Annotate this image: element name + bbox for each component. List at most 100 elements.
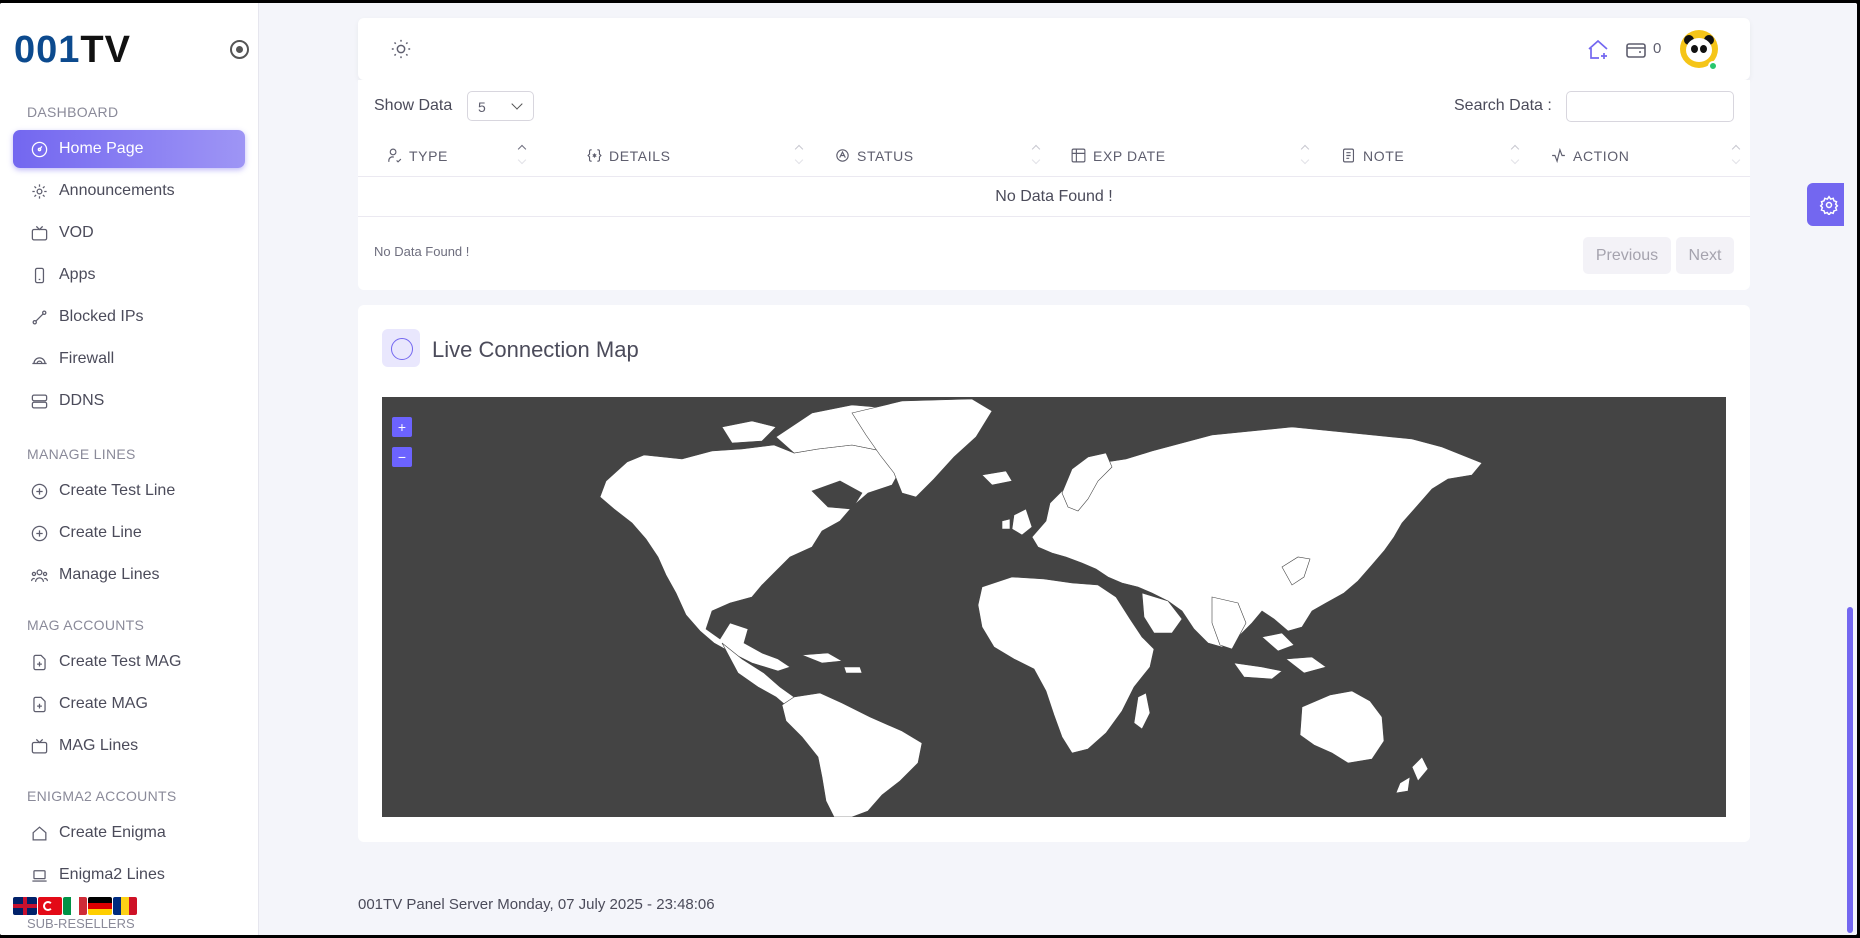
note-icon [1342,148,1355,163]
flag-tr-icon[interactable] [38,897,62,915]
previous-button[interactable]: Previous [1583,237,1671,274]
file-plus-icon [29,694,49,714]
column-details[interactable]: DETAILS [586,147,671,164]
search-label: Search Data : [1454,97,1552,114]
chevron-down-icon [511,98,523,110]
sidebar-item-label: Manage Lines [59,566,160,583]
brand-logo[interactable]: 001TV [14,29,131,72]
show-data-label: Show Data [374,97,453,114]
sort-action-icon[interactable] [1732,144,1740,166]
home-plus-icon[interactable] [1586,38,1610,62]
dashboard-icon [29,139,49,159]
sidebar-item-label: Apps [59,266,96,283]
sidebar-item-announcements[interactable]: Announcements [13,172,245,210]
sidebar-item-label: VOD [59,224,94,241]
sun-icon[interactable] [390,38,412,60]
laptop-icon [29,865,49,885]
table-info: No Data Found ! [374,244,470,259]
sidebar-item-create-test-mag[interactable]: Create Test MAG [13,643,245,681]
sidebar-item-create-mag[interactable]: Create MAG [13,685,245,723]
plus-circle-icon [29,481,49,501]
sidebar-item-label: Create Test Line [59,482,176,499]
link-icon [29,307,49,327]
live-connection-map-card: Live Connection Map + − [358,305,1750,842]
table-header: TYPE DETAILS STATUS EXP DATE NOTE ACTION [358,132,1750,177]
sidebar-item-label: Create Enigma [59,824,166,841]
sidebar-item-label: Create Line [59,524,142,541]
file-plus-icon [29,652,49,672]
flag-en-icon[interactable] [13,897,37,915]
sidebar-item-enigma2-lines[interactable]: Enigma2 Lines [13,856,245,894]
server-icon [29,391,49,411]
scrollbar-thumb[interactable] [1847,607,1853,933]
sort-status-icon[interactable] [1032,144,1040,166]
flag-de-icon[interactable] [88,897,112,915]
sort-type-icon[interactable] [518,144,526,166]
section-mag-accounts: MAG ACCOUNTS [27,617,145,633]
page-size-select[interactable]: 5 [467,91,534,121]
sidebar-item-mag-lines[interactable]: MAG Lines [13,727,245,765]
flag-it-icon[interactable] [63,897,87,915]
sidebar-item-firewall[interactable]: Firewall [13,340,245,378]
sidebar: 001TV DASHBOARD Home Page Announcements … [0,3,259,935]
plus-circle-icon [29,523,49,543]
next-button[interactable]: Next [1676,237,1734,274]
map-title: Live Connection Map [432,337,639,362]
activity-icon [1552,147,1565,164]
app-frame: 001TV DASHBOARD Home Page Announcements … [0,3,1857,935]
footer-server-time: 001TV Panel Server Monday, 07 July 2025 … [358,896,715,913]
world-map-land [599,398,1483,817]
sidebar-item-create-test-line[interactable]: Create Test Line [13,472,245,510]
page-scrollbar[interactable] [1844,3,1857,935]
section-manage-lines: MANAGE LINES [27,446,136,462]
sidebar-item-blocked-ips[interactable]: Blocked IPs [13,298,245,336]
sidebar-item-vod[interactable]: VOD [13,214,245,252]
section-dashboard: DASHBOARD [27,104,119,120]
section-enigma2-accounts: ENIGMA2 ACCOUNTS [27,788,177,804]
sidebar-item-create-line[interactable]: Create Line [13,514,245,552]
sidebar-item-label: Create MAG [59,695,148,712]
zoom-out-button[interactable]: − [392,447,412,467]
column-action[interactable]: ACTION [1550,147,1630,164]
flag-ro-icon[interactable] [113,897,137,915]
calendar-table-icon [1071,148,1086,163]
sidebar-item-apps[interactable]: Apps [13,256,245,294]
world-map[interactable]: + − [382,397,1726,817]
zoom-in-button[interactable]: + [392,417,412,437]
sort-details-icon[interactable] [795,144,803,166]
data-table-card: Show Data 5 Search Data : TYPE DETAILS S… [358,80,1750,290]
sidebar-item-label: Home Page [59,140,144,157]
wallet-count: 0 [1653,40,1662,57]
sort-note-icon[interactable] [1511,144,1519,166]
online-status-badge [1708,61,1718,71]
cloud-icon [29,349,49,369]
tv-icon [29,223,49,243]
language-switcher [13,897,137,915]
column-type[interactable]: TYPE [386,147,448,164]
sidebar-item-create-enigma[interactable]: Create Enigma [13,814,245,852]
sidebar-item-manage-lines[interactable]: Manage Lines [13,556,245,594]
sidebar-item-ddns[interactable]: DDNS [13,382,245,420]
sidebar-item-label: Firewall [59,350,115,367]
users-icon [29,565,49,585]
column-status[interactable]: STATUS [834,147,914,164]
gear-icon [1819,194,1838,215]
column-exp-date[interactable]: EXP DATE [1070,147,1166,164]
search-input[interactable] [1566,91,1734,122]
sidebar-item-label: MAG Lines [59,737,139,754]
sidebar-item-label: Create Test MAG [59,653,182,670]
circle-icon [382,329,420,367]
sidebar-toggle-icon[interactable] [230,40,249,59]
sidebar-item-label: DDNS [59,392,105,409]
home-plus-icon [29,823,49,843]
wallet-icon[interactable] [1624,38,1648,62]
top-navbar: 0 [358,18,1750,80]
sidebar-item-label: Announcements [59,182,175,199]
phone-icon [29,265,49,285]
sidebar-item-label: Enigma2 Lines [59,866,165,883]
column-note[interactable]: NOTE [1340,147,1404,164]
sort-exp-date-icon[interactable] [1301,144,1309,166]
sidebar-item-home-page[interactable]: Home Page [13,130,245,168]
user-check-icon [388,148,402,163]
table-row: No Data Found ! [358,177,1750,217]
